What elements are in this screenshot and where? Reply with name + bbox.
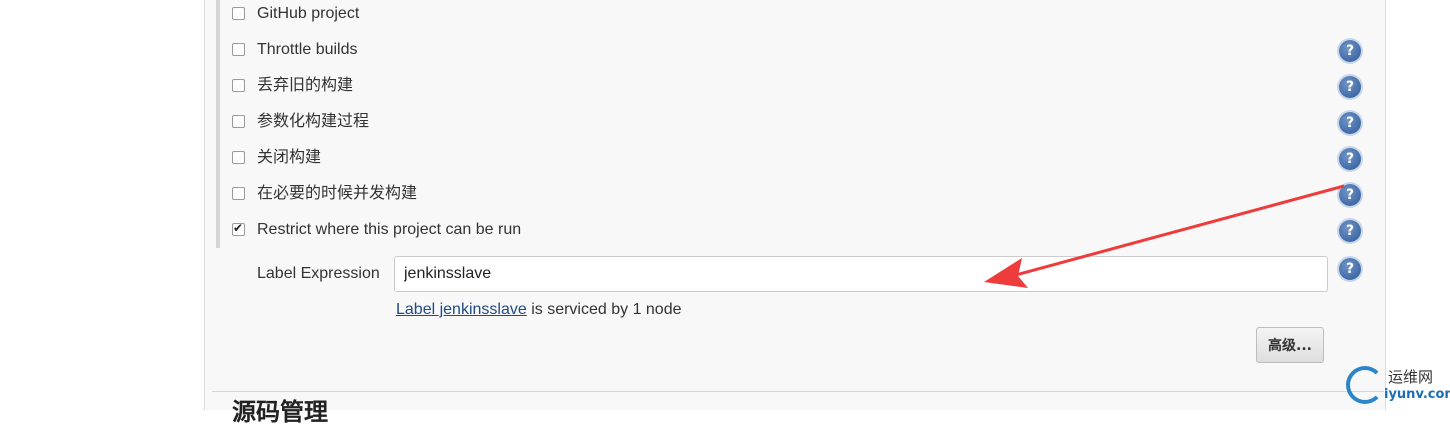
restrict-where-run-checkbox[interactable]: ✔ [232,221,245,236]
option-label: 参数化构建过程 [257,113,370,130]
option-label: 在必要的时候并发构建 [257,185,418,202]
option-label: Restrict where this project can be run [257,221,522,238]
option-parameterized-build[interactable]: 参数化构建过程 ? [232,108,1362,144]
github-project-checkbox[interactable] [232,7,245,20]
source-code-management-heading: 源码管理 [232,398,328,426]
checkmark-icon: ✔ [233,221,244,235]
help-icon[interactable]: ? [1339,76,1361,98]
label-link[interactable]: Label jenkinsslave [396,301,527,318]
help-icon[interactable]: ? [1339,148,1361,170]
throttle-builds-checkbox[interactable] [232,43,245,56]
option-restrict-where-run[interactable]: ✔ Restrict where this project can be run… [232,216,1362,252]
label-status-text: is serviced by 1 node [526,301,682,318]
option-disable-build[interactable]: 关闭构建 ? [232,144,1362,180]
option-concurrent-builds[interactable]: 在必要的时候并发构建 ? [232,180,1362,216]
site-watermark: 运维网 iyunv.com [1346,364,1450,410]
parameterized-build-checkbox[interactable] [232,115,245,128]
help-icon[interactable]: ? [1339,184,1361,206]
watermark-line1: 运维网 [1388,368,1434,386]
option-label: GitHub project [257,5,360,22]
section-divider [212,391,1384,392]
help-icon[interactable]: ? [1339,258,1361,280]
disable-build-checkbox[interactable] [232,151,245,164]
label-expression-label: Label Expression [257,265,380,282]
label-status: Label jenkinsslave is serviced by 1 node [396,300,682,320]
help-icon[interactable]: ? [1339,40,1361,62]
option-label: 丢弃旧的构建 [257,77,354,94]
watermark-logo-icon [1346,366,1384,404]
help-icon[interactable]: ? [1339,220,1361,242]
option-github-project[interactable]: GitHub project [232,0,1362,36]
concurrent-builds-checkbox[interactable] [232,187,245,200]
option-label: 关闭构建 [257,149,322,166]
help-icon[interactable]: ? [1339,112,1361,134]
advanced-button[interactable]: 高级... [1256,327,1324,363]
discard-old-builds-checkbox[interactable] [232,79,245,92]
label-expression-input[interactable] [394,256,1328,292]
option-throttle-builds[interactable]: Throttle builds ? [232,36,1362,72]
option-label: Throttle builds [257,41,358,58]
watermark-line2: iyunv.com [1384,387,1450,402]
option-discard-old-builds[interactable]: 丢弃旧的构建 ? [232,72,1362,108]
section-left-bar [216,0,220,248]
